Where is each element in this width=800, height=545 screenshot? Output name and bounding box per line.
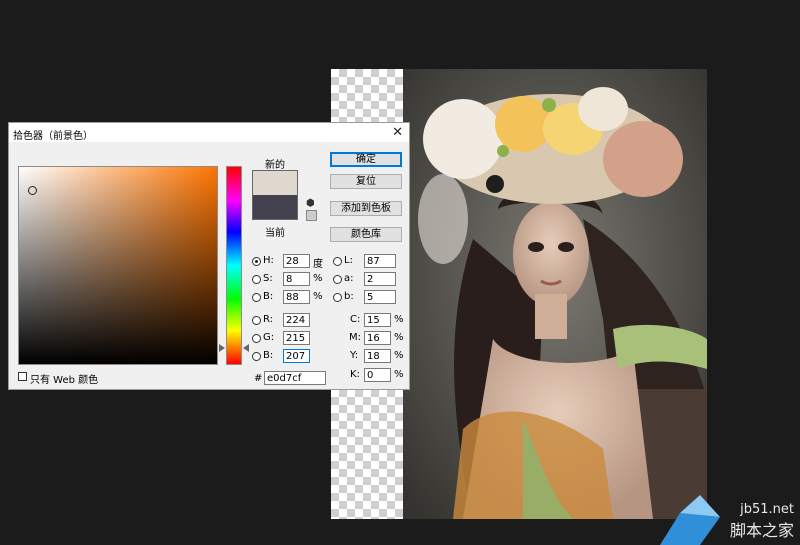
g-input[interactable] [283,331,310,345]
web-colors-only-label: 只有 Web 颜色 [30,375,99,386]
unit-degree: 度 [313,259,323,270]
unit-percent-k: % [394,369,404,380]
label-r: R: [263,314,274,325]
label-h: H: [263,255,274,266]
b-input[interactable] [283,290,310,304]
dialog-title: 拾色器（前景色） [13,131,93,142]
color-field[interactable] [18,166,218,365]
lab-b-input[interactable] [364,290,396,304]
photo-layer[interactable] [403,69,707,519]
r-input[interactable] [283,313,310,327]
ok-button[interactable]: 确定 [330,152,402,167]
new-color-label: 新的 [265,160,285,171]
label-m: M: [349,332,361,343]
c-input[interactable] [364,313,391,327]
current-color-swatch[interactable] [252,195,298,220]
radio-l[interactable] [333,257,342,266]
dialog-titlebar[interactable]: 拾色器（前景色） ✕ [9,123,409,142]
label-g: G: [263,332,275,343]
web-colors-only-checkbox[interactable] [18,372,27,381]
label-blue: B: [263,350,274,361]
radio-lab-b[interactable] [333,293,342,302]
label-a: a: [344,273,354,284]
y-input[interactable] [364,349,391,363]
s-input[interactable] [283,272,310,286]
color-picker-dialog: 拾色器（前景色） ✕ 新的 当前 ⬢ 确定 复位 添加到色板 颜色库 H: 度 … [8,122,410,390]
watermark-name: 脚本之家 [729,521,794,540]
radio-a[interactable] [333,275,342,284]
watermark-url: jb51.net [740,502,794,517]
unit-percent-b: % [313,291,323,302]
site-watermark: jb51.net 脚本之家 [660,495,800,545]
new-color-swatch [252,170,298,195]
unit-percent-y: % [394,350,404,361]
hue-slider[interactable] [226,166,242,365]
close-icon[interactable]: ✕ [392,125,403,140]
label-c: C: [350,314,361,325]
color-field-cursor[interactable] [28,186,37,195]
h-input[interactable] [283,254,310,268]
label-b: B: [263,291,274,302]
label-hex: # [254,373,263,384]
color-libraries-button[interactable]: 颜色库 [330,227,402,242]
label-lab-b: b: [344,291,354,302]
radio-g[interactable] [252,334,261,343]
k-input[interactable] [364,368,391,382]
radio-s[interactable] [252,275,261,284]
radio-r[interactable] [252,316,261,325]
unit-percent-s: % [313,273,323,284]
unit-percent-m: % [394,332,404,343]
current-color-label: 当前 [265,228,285,239]
radio-h[interactable] [252,257,261,266]
portrait-image [403,69,707,519]
radio-blue[interactable] [252,352,261,361]
hue-slider-right-arrow-icon[interactable] [243,344,249,352]
blue-input[interactable] [283,349,310,363]
a-input[interactable] [364,272,396,286]
label-k: K: [350,369,360,380]
m-input[interactable] [364,331,391,345]
radio-b[interactable] [252,293,261,302]
reset-button[interactable]: 复位 [330,174,402,189]
hex-input[interactable] [264,371,326,385]
add-to-swatches-button[interactable]: 添加到色板 [330,201,402,216]
label-s: S: [263,273,273,284]
l-input[interactable] [364,254,396,268]
hue-slider-left-arrow-icon[interactable] [219,344,225,352]
cube-icon[interactable]: ⬢ [306,198,315,209]
unit-percent-c: % [394,314,404,325]
label-l: L: [344,255,353,266]
label-y: Y: [350,350,359,361]
websafe-swatch-icon[interactable] [306,210,317,221]
